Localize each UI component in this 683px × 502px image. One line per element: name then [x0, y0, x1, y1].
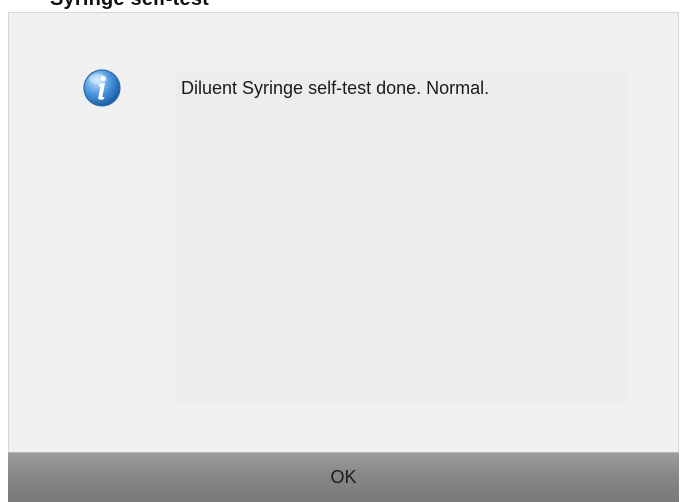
- window-title-strip: Syringe self-test: [0, 0, 683, 12]
- info-icon: [82, 68, 122, 108]
- message-text: Diluent Syringe self-test done. Normal.: [181, 78, 490, 98]
- ok-button[interactable]: OK: [8, 452, 679, 502]
- message-panel: [176, 73, 626, 403]
- window-title: Syringe self-test: [50, 0, 209, 11]
